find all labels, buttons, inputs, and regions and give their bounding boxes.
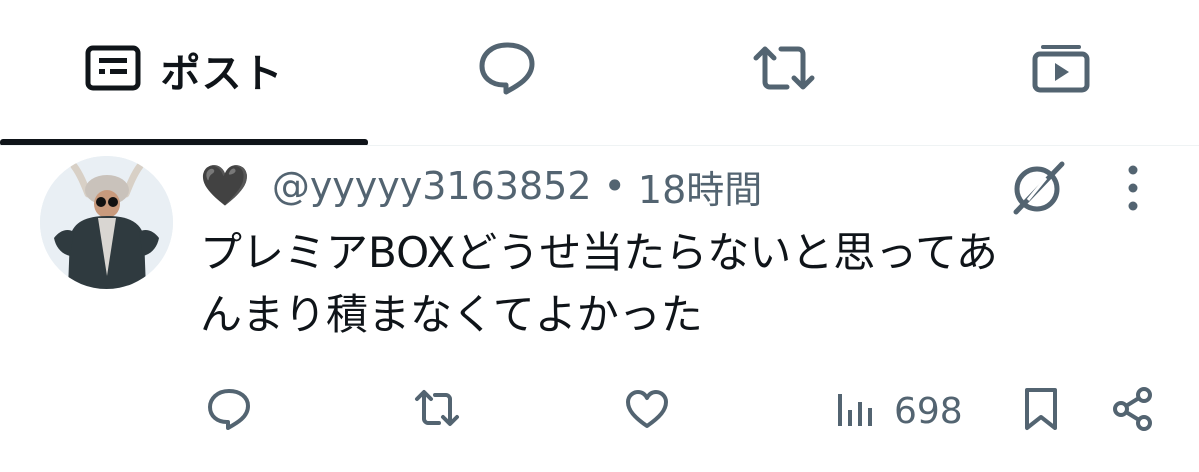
post-actions: 698	[0, 376, 1199, 446]
post[interactable]: 🖤 @yyyyy3163852 • 18時間 プレミアBOXどうせ当たらないと思…	[0, 146, 1199, 472]
share-button[interactable]	[1110, 376, 1156, 446]
media-icon	[1031, 42, 1091, 98]
tab-media[interactable]	[922, 0, 1199, 140]
post-text: プレミアBOXどうせ当たらないと思ってあ んまり積まなくてよかった	[200, 222, 1160, 346]
user-handle[interactable]: @yyyyy3163852	[272, 164, 592, 208]
posts-icon	[85, 45, 141, 95]
reply-icon	[206, 386, 252, 436]
avatar[interactable]	[40, 156, 173, 289]
tab-posts[interactable]: ポスト	[0, 0, 368, 140]
grok-icon[interactable]	[1008, 158, 1068, 218]
repost-icon	[751, 44, 817, 96]
reply-button[interactable]	[206, 376, 252, 446]
display-name-emoji[interactable]: 🖤	[200, 166, 250, 206]
more-icon[interactable]	[1116, 160, 1150, 216]
reply-icon	[477, 40, 537, 100]
views-count: 698	[894, 390, 963, 432]
repost-button[interactable]	[414, 376, 460, 446]
post-text-line-2: んまり積まなくてよかった	[200, 290, 703, 339]
repost-icon	[414, 386, 460, 436]
post-header: 🖤 @yyyyy3163852 • 18時間	[200, 160, 762, 212]
bookmark-button[interactable]	[1018, 376, 1064, 446]
bookmark-icon	[1018, 386, 1064, 436]
like-button[interactable]	[624, 376, 670, 446]
separator-dot: •	[603, 164, 626, 208]
like-icon	[624, 386, 670, 436]
profile-tabs: ポスト	[0, 0, 1199, 146]
post-time[interactable]: 18時間	[638, 159, 762, 214]
tab-posts-label: ポスト	[160, 51, 284, 97]
views-icon	[834, 386, 880, 436]
post-text-line-1: プレミアBOXどうせ当たらないと思ってあ	[200, 228, 998, 277]
tab-reposts[interactable]	[645, 0, 922, 140]
share-icon	[1110, 386, 1156, 436]
tab-replies[interactable]	[368, 0, 645, 140]
views-button[interactable]: 698	[834, 376, 963, 446]
